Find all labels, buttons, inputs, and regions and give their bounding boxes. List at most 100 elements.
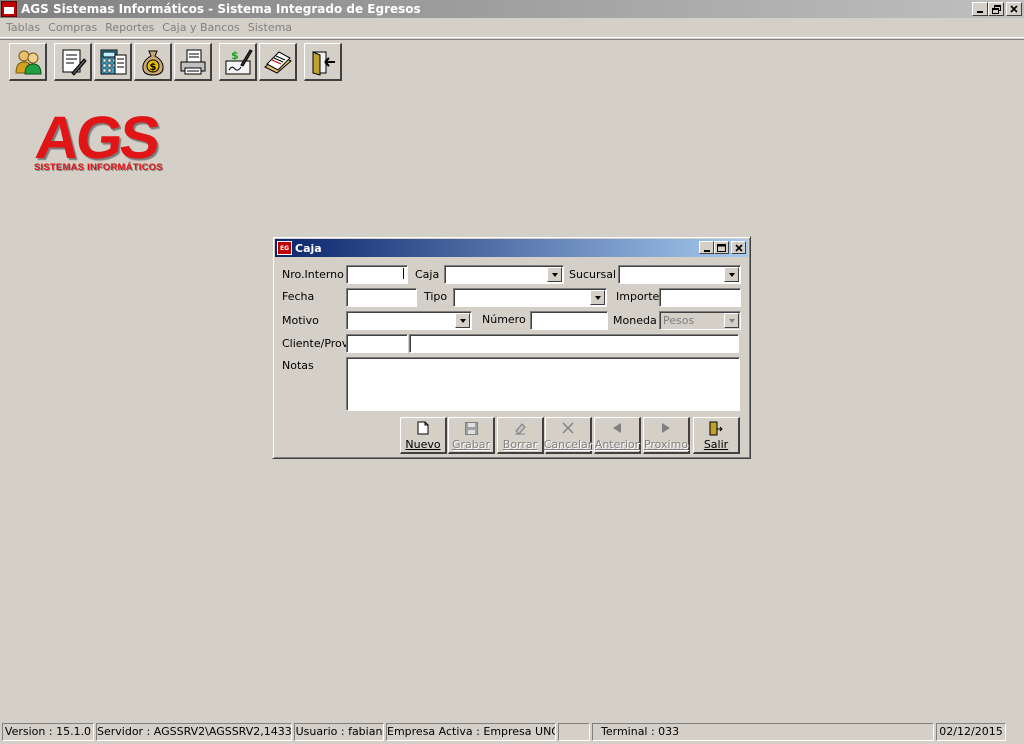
new-document-icon	[417, 420, 429, 436]
status-empresa: Empresa Activa : Empresa UNO	[386, 723, 556, 741]
document-edit-icon	[62, 49, 87, 76]
caja-select[interactable]	[444, 265, 564, 284]
dialog-maximize-button[interactable]	[714, 241, 729, 254]
fecha-label: Fecha	[282, 290, 315, 303]
toolbar-exit-button[interactable]	[304, 43, 342, 81]
numero-label: Número	[482, 313, 526, 326]
status-fecha: 02/12/2015	[936, 723, 1006, 741]
dialog-close-button[interactable]	[731, 241, 746, 254]
notas-label: Notas	[282, 359, 314, 372]
close-icon	[1010, 5, 1018, 13]
arrow-left-icon	[612, 420, 622, 436]
nuevo-label: Nuevo	[405, 438, 441, 451]
restore-button[interactable]	[988, 2, 1004, 16]
dialog-window-controls	[699, 241, 746, 254]
proximo-label: Proximo	[643, 438, 689, 451]
toolbar: $ $	[0, 39, 1024, 83]
menu-compras[interactable]: Compras	[44, 21, 101, 34]
close-button[interactable]	[1006, 2, 1022, 16]
dialog-minimize-button[interactable]	[699, 241, 714, 254]
menu-bar: Tablas Compras Reportes Caja y Bancos Si…	[0, 18, 1024, 38]
moneda-label: Moneda	[613, 314, 657, 327]
app-icon[interactable]	[1, 1, 17, 17]
chevron-down-icon[interactable]	[547, 267, 562, 282]
dialog-title: Caja	[295, 241, 322, 255]
chevron-down-icon[interactable]	[455, 313, 470, 328]
exit-door-icon	[312, 50, 335, 76]
moneda-select: Pesos	[659, 311, 741, 330]
borrar-button: Borrar	[497, 417, 544, 454]
arrow-right-icon	[661, 420, 671, 436]
minimize-button[interactable]	[972, 2, 988, 16]
salir-label: Salir	[703, 438, 729, 451]
svg-text:$: $	[231, 49, 239, 62]
motivo-label: Motivo	[282, 314, 319, 327]
exit-door-icon	[709, 420, 723, 436]
toolbar-calculator-button[interactable]	[94, 43, 132, 81]
text-cursor	[403, 268, 404, 279]
window-controls	[972, 2, 1022, 16]
sucursal-select[interactable]	[618, 265, 741, 284]
save-disk-icon	[464, 420, 478, 436]
chevron-down-icon[interactable]	[724, 267, 739, 282]
close-icon	[734, 243, 743, 252]
cliente-codigo-input[interactable]	[346, 334, 408, 353]
grabar-label: Grabar	[451, 438, 491, 451]
ledger-book-icon	[263, 50, 292, 74]
menu-tablas[interactable]: Tablas	[2, 21, 44, 34]
cliente-prov-label: Cliente/Prov.	[282, 337, 351, 350]
chevron-down-icon[interactable]	[590, 290, 605, 305]
toolbar-users-button[interactable]	[9, 43, 47, 81]
toolbar-check-button[interactable]: $	[219, 43, 257, 81]
users-icon	[14, 50, 42, 74]
status-terminal: Terminal : 033	[592, 723, 934, 741]
status-bar: Version : 15.1.0 Servidor : AGSSRV2\AGSS…	[0, 722, 1024, 744]
proximo-button: Proximo	[643, 417, 690, 454]
money-bag-icon: $	[141, 50, 164, 76]
dialog-icon[interactable]: EG	[277, 241, 292, 255]
printer-icon	[180, 49, 205, 74]
status-servidor: Servidor : AGSSRV2\AGSSRV2,1433	[96, 723, 292, 741]
anterior-button: Anterior	[594, 417, 641, 454]
cliente-nombre-input[interactable]	[409, 334, 739, 353]
logo-main-text: AGS	[32, 104, 161, 171]
nuevo-button[interactable]: Nuevo	[400, 417, 447, 454]
logo-sub-text: SISTEMAS INFORMÁTICOS	[34, 162, 163, 173]
grabar-button: Grabar	[448, 417, 495, 454]
cancel-x-icon	[562, 420, 574, 436]
importe-input[interactable]	[659, 288, 741, 307]
eraser-icon	[513, 420, 527, 436]
status-blank	[558, 723, 590, 741]
caja-label: Caja	[415, 268, 440, 281]
nro-interno-label: Nro.Interno	[282, 268, 344, 281]
cancelar-button: Cancelar	[544, 417, 592, 454]
minimize-icon	[703, 249, 710, 252]
toolbar-documents-button[interactable]	[54, 43, 92, 81]
numero-input[interactable]	[530, 311, 608, 330]
menu-caja-y-bancos[interactable]: Caja y Bancos	[158, 21, 244, 34]
toolbar-ledger-button[interactable]	[259, 43, 297, 81]
borrar-label: Borrar	[502, 438, 538, 451]
anterior-label: Anterior	[594, 438, 640, 451]
caja-dialog: EG Caja Nro.Interno Caja Sucursal Fecha …	[272, 236, 751, 459]
tipo-label: Tipo	[424, 290, 448, 303]
motivo-select[interactable]	[346, 311, 472, 330]
toolbar-print-button[interactable]	[174, 43, 212, 81]
nro-interno-input[interactable]	[346, 265, 408, 284]
salir-button[interactable]: Salir	[693, 417, 740, 454]
svg-text:$: $	[149, 62, 156, 73]
ags-logo: AGS SISTEMAS INFORMÁTICOS	[30, 104, 180, 178]
app-title: AGS Sistemas Informáticos - Sistema Inte…	[21, 2, 421, 16]
toolbar-money-button[interactable]: $	[134, 43, 172, 81]
moneda-select-value: Pesos	[663, 314, 695, 327]
dialog-title-bar[interactable]: EG Caja	[275, 239, 748, 257]
status-version: Version : 15.1.0	[2, 723, 94, 741]
importe-label: Importe	[616, 290, 660, 303]
menu-reportes[interactable]: Reportes	[101, 21, 158, 34]
notas-textarea[interactable]	[346, 357, 740, 411]
app-title-bar[interactable]: AGS Sistemas Informáticos - Sistema Inte…	[0, 0, 1024, 18]
status-usuario: Usuario : fabian	[294, 723, 384, 741]
fecha-input[interactable]	[346, 288, 417, 307]
menu-sistema[interactable]: Sistema	[244, 21, 296, 34]
tipo-select[interactable]	[453, 288, 607, 307]
